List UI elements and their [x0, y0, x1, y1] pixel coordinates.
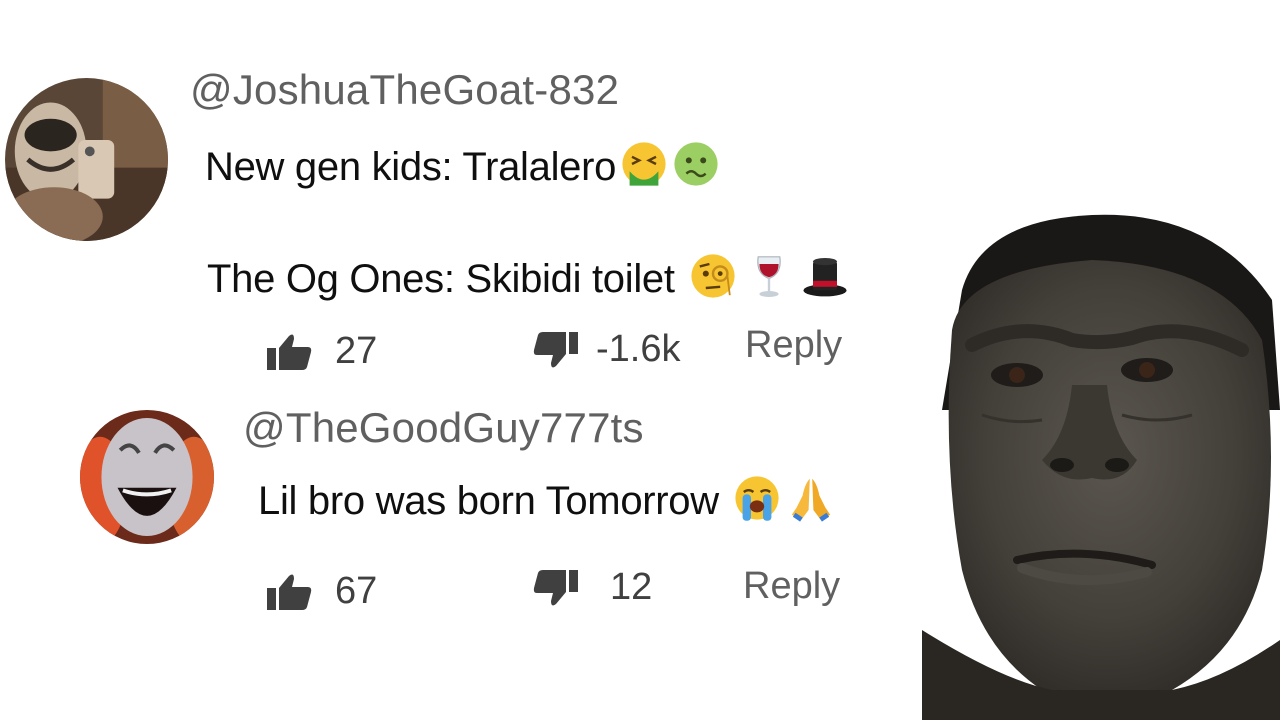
monocle-face-emoji	[689, 252, 737, 300]
thumbs-down-icon	[533, 331, 578, 367]
reply-button[interactable]: Reply	[743, 565, 840, 608]
reply-button[interactable]: Reply	[745, 324, 842, 367]
wine-glass-emoji	[745, 252, 793, 300]
dislike-button[interactable]: 12	[532, 566, 652, 609]
loudly-crying-face-emoji	[733, 474, 781, 522]
dislike-button[interactable]: -1.6k	[532, 328, 680, 371]
like-count: 27	[335, 330, 378, 372]
comment-author-handle[interactable]: @JoshuaTheGoat-832	[190, 66, 619, 114]
comment-text-line: The Og Ones: Skibidi toilet	[207, 252, 849, 302]
dislike-count: 12	[610, 566, 653, 608]
thumbs-down-icon	[533, 569, 578, 605]
avatar-thegoodguy[interactable]	[80, 410, 214, 544]
top-hat-emoji	[801, 252, 849, 300]
thumbs-up-icon	[267, 574, 312, 610]
sick-face-emoji	[672, 140, 720, 188]
folded-hands-emoji	[787, 474, 835, 522]
comment-text: Lil bro was born Tomorrow	[258, 479, 719, 523]
dislike-count: -1.6k	[596, 328, 681, 370]
comment-text-line: New gen kids: Tralalero	[205, 140, 720, 190]
thumbs-up-icon	[267, 334, 312, 370]
comment-text: The Og Ones: Skibidi toilet	[207, 257, 675, 301]
like-button[interactable]: 27	[265, 330, 377, 373]
face-photo	[922, 210, 1280, 720]
comment-text-line: Lil bro was born Tomorrow	[258, 474, 835, 524]
comment-author-handle[interactable]: @TheGoodGuy777ts	[243, 404, 644, 452]
avatar-joshua[interactable]	[5, 78, 168, 241]
like-button[interactable]: 67	[265, 570, 377, 613]
comment-text: New gen kids: Tralalero	[205, 145, 617, 189]
nauseated-face-emoji	[620, 140, 668, 188]
like-count: 67	[335, 570, 378, 612]
